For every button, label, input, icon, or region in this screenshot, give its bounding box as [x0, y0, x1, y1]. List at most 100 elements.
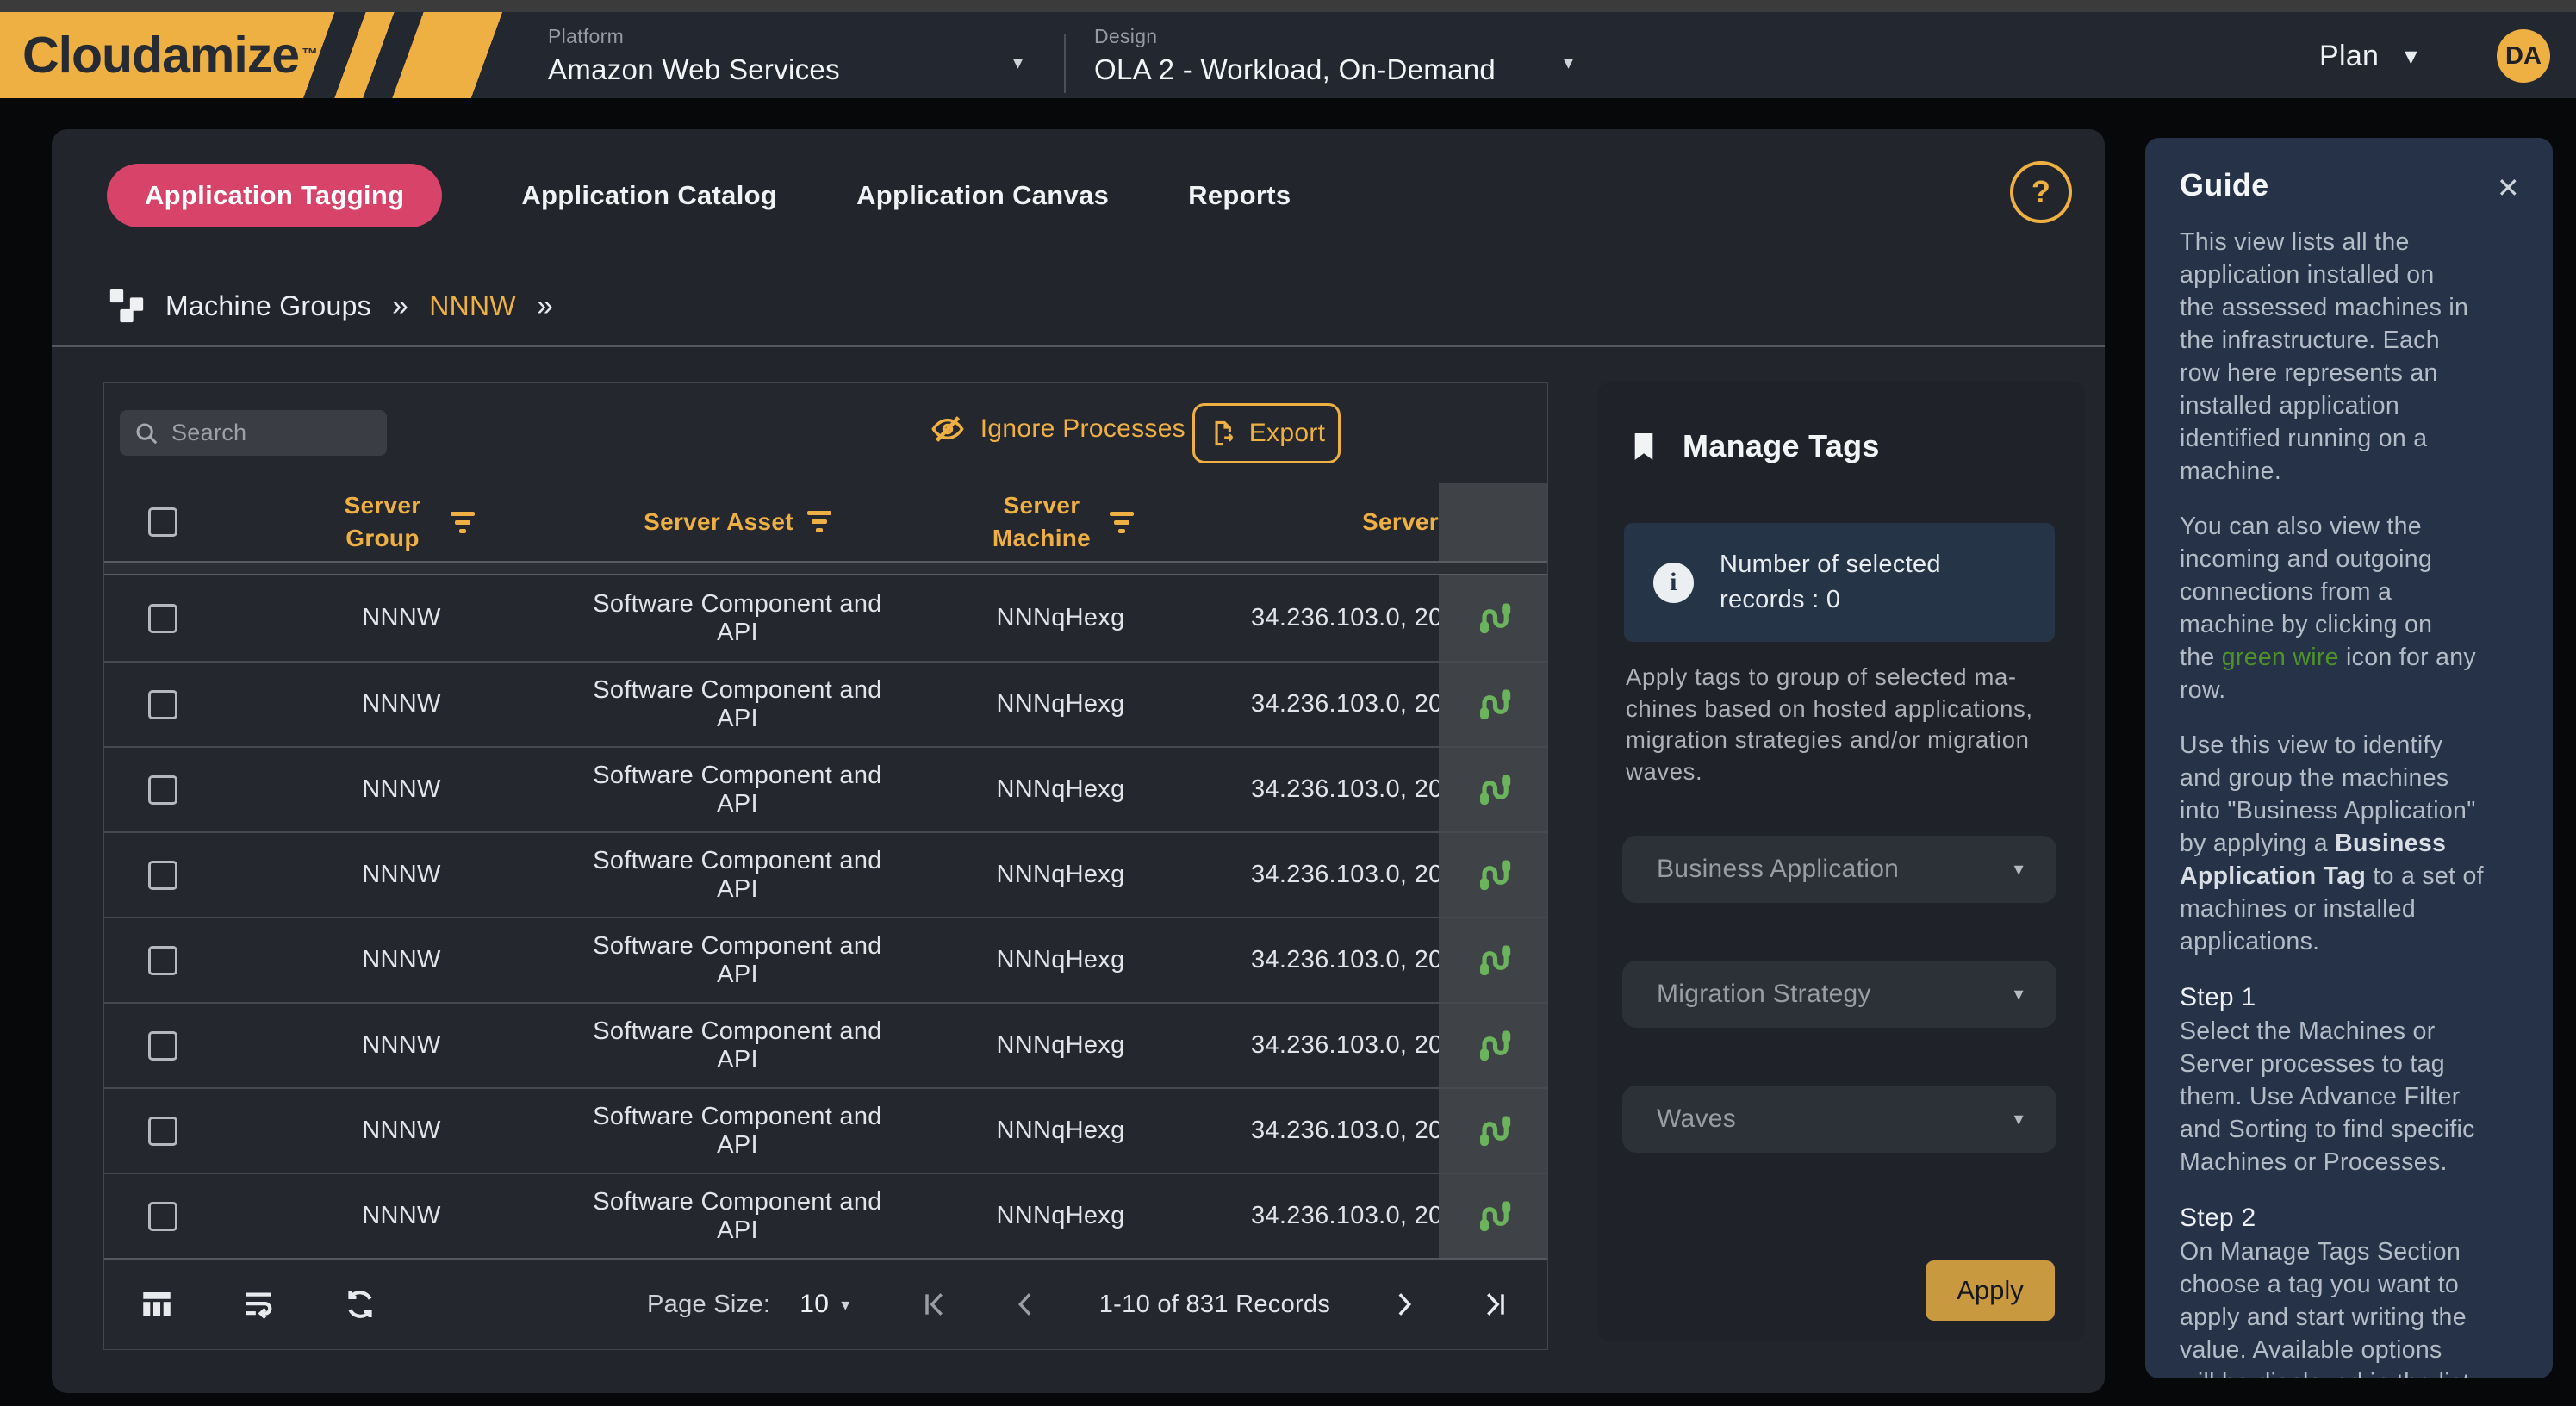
manage-tags-title-row: Manage Tags: [1627, 428, 1880, 464]
green-wire-icon[interactable]: [1472, 939, 1515, 982]
cell-server-ips: 34.236.103.0, 203.24: [1229, 946, 1439, 974]
design-chevron-down-icon[interactable]: ▾: [1564, 52, 1573, 74]
columns-icon[interactable]: [139, 1286, 175, 1322]
apply-button[interactable]: Apply: [1926, 1260, 2055, 1321]
next-page-icon[interactable]: [1386, 1287, 1421, 1322]
export-icon: [1208, 419, 1237, 448]
last-page-icon[interactable]: [1477, 1287, 1511, 1322]
breadcrumb-current-group[interactable]: NNNW: [429, 290, 516, 322]
row-checkbox[interactable]: [148, 861, 177, 890]
avatar[interactable]: DA: [2497, 29, 2550, 83]
column-header-server-machine[interactable]: Server Machine: [893, 489, 1229, 555]
waves-dropdown[interactable]: Waves ▾: [1622, 1086, 2056, 1153]
action-column-header: [1439, 483, 1547, 561]
filter-icon[interactable]: [807, 511, 831, 532]
ignore-processes-label: Ignore Processes: [980, 414, 1185, 444]
table-row[interactable]: NNNW Software Component and API NNNqHexg…: [104, 1173, 1547, 1258]
tab-application-canvas[interactable]: Application Canvas: [856, 180, 1109, 211]
business-application-dropdown[interactable]: Business Application ▾: [1622, 836, 2056, 903]
column-header-server-ips[interactable]: Server: [1229, 506, 1439, 538]
tab-application-catalog[interactable]: Application Catalog: [521, 180, 777, 211]
row-checkbox[interactable]: [148, 690, 177, 719]
design-selector[interactable]: Design OLA 2 - Workload, On-Demand: [1094, 24, 1496, 86]
pagination: 1-10 of 831 Records: [918, 1260, 1511, 1349]
table-row[interactable]: NNNW Software Component and API NNNqHexg…: [104, 575, 1547, 661]
row-checkbox[interactable]: [148, 1031, 177, 1061]
row-checkbox[interactable]: [148, 604, 177, 633]
table-row[interactable]: NNNW Software Component and API NNNqHexg…: [104, 831, 1547, 917]
platform-selector[interactable]: Platform Amazon Web Services: [548, 24, 840, 86]
prev-page-icon[interactable]: [1009, 1287, 1043, 1322]
filter-icon[interactable]: [1110, 512, 1134, 533]
table-footer: Page Size: 10 ▾ 1-10 of 831 Records: [104, 1258, 1547, 1349]
green-wire-icon[interactable]: [1472, 854, 1515, 897]
search-input[interactable]: [171, 420, 370, 446]
plan-menu[interactable]: Plan: [2319, 40, 2379, 73]
main-content-card: Application Tagging Application Catalog …: [52, 129, 2105, 1393]
row-checkbox[interactable]: [148, 1202, 177, 1231]
table-body: NNNW Software Component and API NNNqHexg…: [104, 575, 1547, 1258]
manage-tags-description: Apply tags to group of selected ma- chin…: [1626, 662, 2056, 787]
green-wire-icon[interactable]: [1472, 1024, 1515, 1067]
info-icon: i: [1653, 563, 1694, 603]
eye-off-icon: [930, 412, 965, 446]
window-top-strip: [0, 0, 2576, 12]
green-wire-icon[interactable]: [1472, 683, 1515, 726]
wrap-text-icon[interactable]: [240, 1286, 277, 1322]
guide-paragraph-3: Use this view to identify and group the …: [2180, 729, 2523, 958]
bookmark-icon: [1627, 430, 1660, 463]
filter-icon[interactable]: [451, 512, 475, 533]
horizontal-scrollbar[interactable]: [104, 561, 1547, 575]
guide-step2-title: Step 2: [2180, 1201, 2523, 1235]
help-button[interactable]: ?: [2010, 161, 2072, 223]
chevron-down-icon: ▾: [2014, 858, 2024, 880]
cell-server-group: NNNW: [221, 861, 582, 889]
row-action-cell: [1439, 1089, 1547, 1173]
row-action-cell: [1439, 663, 1547, 746]
cell-server-machine: NNNqHexg: [893, 775, 1229, 804]
page-size-chevron-down-icon[interactable]: ▾: [841, 1294, 849, 1316]
tab-reports[interactable]: Reports: [1188, 180, 1291, 211]
ignore-processes-button[interactable]: Ignore Processes: [930, 412, 1185, 446]
cell-server-asset: Software Component and API: [582, 932, 893, 989]
cell-server-ips: 34.236.103.0, 203.24: [1229, 604, 1439, 632]
export-button[interactable]: Export: [1192, 403, 1341, 463]
table-row[interactable]: NNNW Software Component and API NNNqHexg…: [104, 917, 1547, 1002]
guide-step1-title: Step 1: [2180, 980, 2523, 1015]
green-wire-icon[interactable]: [1472, 1110, 1515, 1153]
tab-application-tagging[interactable]: Application Tagging: [107, 164, 442, 227]
row-checkbox[interactable]: [148, 775, 177, 805]
refresh-icon[interactable]: [342, 1286, 378, 1322]
column-header-server-asset[interactable]: Server Asset: [582, 506, 893, 538]
brand-name: Cloudamize: [22, 26, 299, 84]
migration-strategy-dropdown[interactable]: Migration Strategy ▾: [1622, 961, 2056, 1028]
green-wire-icon[interactable]: [1472, 1195, 1515, 1238]
row-action-cell: [1439, 1004, 1547, 1087]
platform-chevron-down-icon[interactable]: ▾: [1013, 52, 1023, 74]
close-icon[interactable]: ✕: [2497, 174, 2520, 202]
column-header-server-group[interactable]: Server Group: [221, 489, 582, 555]
table-row[interactable]: NNNW Software Component and API NNNqHexg…: [104, 1002, 1547, 1087]
table-row[interactable]: NNNW Software Component and API NNNqHexg…: [104, 746, 1547, 831]
row-checkbox[interactable]: [148, 1117, 177, 1146]
cell-server-group: NNNW: [221, 1117, 582, 1145]
select-all-checkbox[interactable]: [148, 507, 177, 537]
export-label: Export: [1249, 419, 1326, 448]
page-size-value[interactable]: 10: [800, 1290, 829, 1319]
cell-server-machine: NNNqHexg: [893, 1202, 1229, 1230]
trademark-symbol: ™: [302, 46, 318, 65]
tab-bar: Application Tagging Application Catalog …: [107, 164, 1291, 227]
guide-paragraph-2: You can also view the incoming and outgo…: [2180, 510, 2523, 706]
breadcrumb-machine-groups[interactable]: Machine Groups: [165, 290, 371, 322]
table-row[interactable]: NNNW Software Component and API NNNqHexg…: [104, 1087, 1547, 1173]
guide-step1-text: Select the Machines or Server processes …: [2180, 1015, 2523, 1179]
first-page-icon[interactable]: [918, 1287, 953, 1322]
cell-server-asset: Software Component and API: [582, 847, 893, 904]
cell-server-asset: Software Component and API: [582, 1103, 893, 1160]
table-row[interactable]: NNNW Software Component and API NNNqHexg…: [104, 661, 1547, 746]
green-wire-icon[interactable]: [1472, 597, 1515, 640]
row-checkbox[interactable]: [148, 946, 177, 975]
plan-chevron-down-icon[interactable]: ▼: [2400, 45, 2422, 70]
chevron-down-icon: ▾: [2014, 1108, 2024, 1130]
green-wire-icon[interactable]: [1472, 768, 1515, 812]
